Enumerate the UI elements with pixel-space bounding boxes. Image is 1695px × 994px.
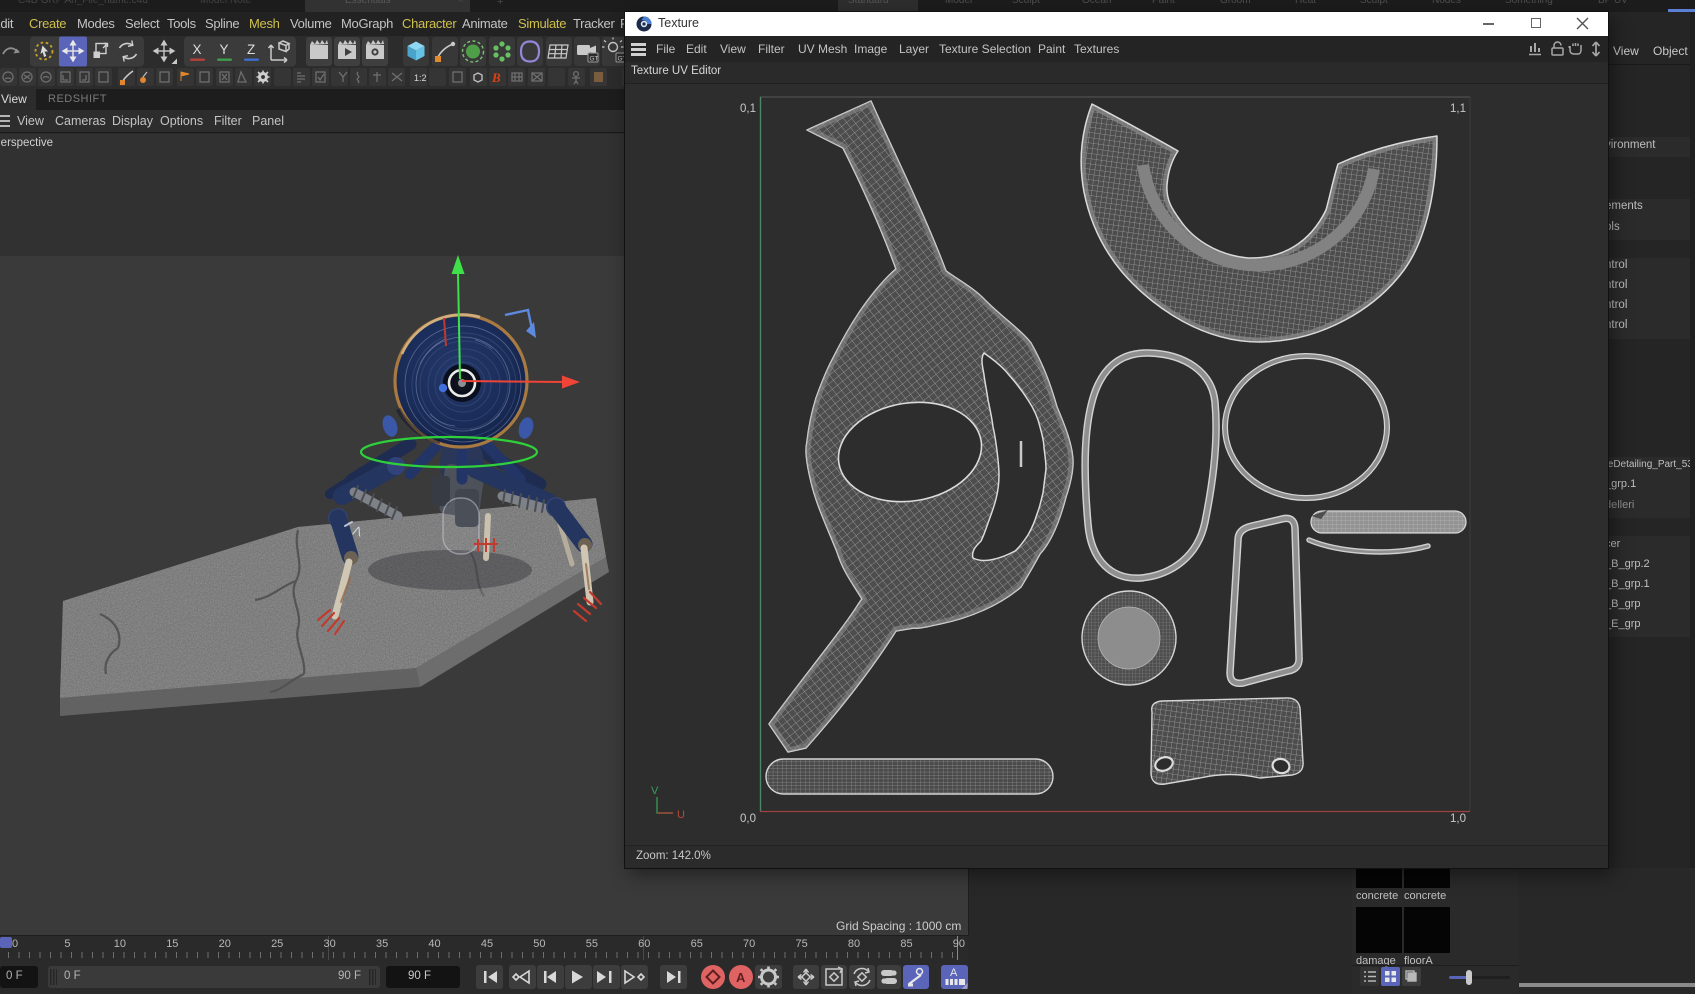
svg-text:1:2: 1:2 <box>414 73 427 83</box>
svg-text:B: B <box>491 70 501 85</box>
svg-text:GT: GT <box>590 56 599 63</box>
svg-text:A: A <box>950 967 958 979</box>
svg-text:A: A <box>736 970 746 985</box>
svg-text:V: V <box>651 785 659 797</box>
svg-text:1,0: 1,0 <box>1450 813 1466 825</box>
svg-text:1,1: 1,1 <box>1450 103 1466 115</box>
svg-text:X: X <box>193 42 202 57</box>
svg-text:Z: Z <box>247 42 255 57</box>
svg-text:0,1: 0,1 <box>740 103 756 115</box>
svg-text:U: U <box>677 809 685 821</box>
svg-text:Y: Y <box>220 42 229 57</box>
svg-text:0,0: 0,0 <box>740 813 756 825</box>
